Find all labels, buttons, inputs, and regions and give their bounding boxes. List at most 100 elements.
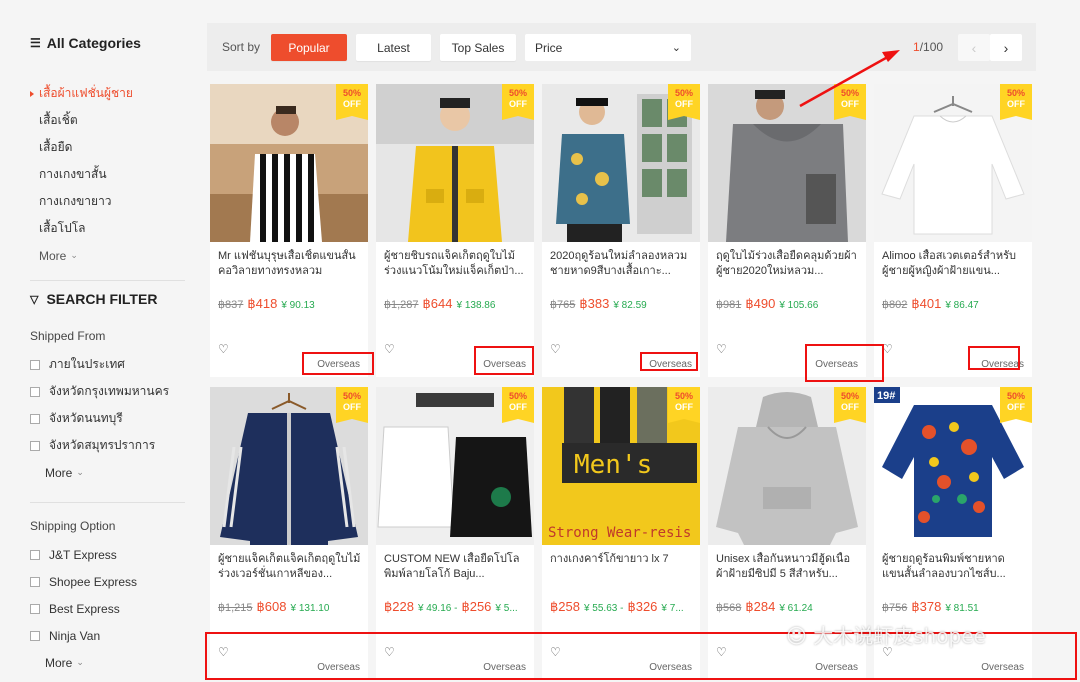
discount-badge: 50% OFF <box>668 387 700 423</box>
chevron-down-icon: ⌄ <box>671 42 681 54</box>
shipping-option[interactable]: Best Express <box>30 595 137 622</box>
cny-price: ¥ 55.63 - <box>583 603 624 614</box>
shipped-from-option[interactable]: ภายในประเทศ <box>30 351 169 378</box>
next-page-button[interactable]: › <box>990 34 1022 61</box>
heart-icon[interactable]: ♡ <box>716 342 727 356</box>
checkbox[interactable] <box>30 630 40 641</box>
checkbox[interactable] <box>30 386 40 397</box>
category-item-shorts[interactable]: กางเกงขาสั้น <box>30 161 133 188</box>
all-categories-label: All Categories <box>46 35 141 51</box>
option-label: Shopee Express <box>49 574 138 589</box>
price-row: ฿837 ฿418 ¥ 90.13 <box>218 296 315 312</box>
cny-price-max: ¥ 5... <box>495 603 518 614</box>
product-card[interactable]: 50% OFF ผู้ชายชิบรถแจ็คเก็ตฤดูใบไม้ร่วงแน… <box>376 84 534 377</box>
product-name[interactable]: Alimoo เสื้อสเวตเตอร์สำหรับผู้ชายผู้หญิง… <box>882 249 1025 281</box>
product-card[interactable]: 50% OFF Mr แฟชั่นบุรุษเสื้อเชิ้ตแขนสั้นคอ… <box>210 84 368 377</box>
discount-badge: 50% OFF <box>668 84 700 120</box>
discount-badge: 50% OFF <box>336 84 368 120</box>
checkbox[interactable] <box>30 576 40 587</box>
all-categories-header[interactable]: ☰ All Categories <box>30 35 141 51</box>
discount-off: OFF <box>343 99 361 109</box>
product-name[interactable]: Unisex เสื้อกันหนาวมีฮู้ดเนื้อผ้าฝ้ายมีซ… <box>716 552 859 584</box>
cny-price-max: ¥ 7... <box>661 603 684 614</box>
original-price: ฿568 <box>716 602 742 614</box>
sale-price: ฿258 <box>550 599 580 614</box>
shipped-from-option[interactable]: จังหวัดนนทบุรี <box>30 405 169 432</box>
discount-badge: 50% OFF <box>834 84 866 120</box>
price-row: ฿756 ฿378 ¥ 81.51 <box>882 599 979 615</box>
discount-percent: 50% <box>674 88 693 98</box>
sort-by-label: Sort by <box>222 40 261 54</box>
original-price: ฿1,215 <box>218 602 253 614</box>
category-more-label: More <box>39 248 67 263</box>
price-sort-select[interactable]: Price ⌄ <box>525 34 691 61</box>
category-item-trousers[interactable]: กางเกงขายาว <box>30 188 133 215</box>
shipping-option[interactable]: J&T Express <box>30 541 137 568</box>
product-name[interactable]: CUSTOM NEW เสื้อยืดโปโลพิมพ์ลายโลโก้ Baj… <box>384 552 527 584</box>
cny-price: ¥ 138.86 <box>456 300 496 311</box>
price-row: ฿765 ฿383 ¥ 82.59 <box>550 296 647 312</box>
checkbox[interactable] <box>30 413 40 424</box>
discount-off: OFF <box>1007 99 1025 109</box>
sale-price: ฿644 <box>422 296 453 311</box>
category-item-shirts[interactable]: เสื้อเชิ้ต <box>30 107 133 134</box>
original-price: ฿1,287 <box>384 299 419 311</box>
shipping-option[interactable]: Ninja Van <box>30 622 137 649</box>
search-filter-header: ▽ SEARCH FILTER <box>30 291 157 307</box>
discount-badge: 50% OFF <box>502 84 534 120</box>
checkbox[interactable] <box>30 603 40 614</box>
cny-price: ¥ 61.24 <box>779 603 813 614</box>
shipped-from-option[interactable]: จังหวัดกรุงเทพมหานคร <box>30 378 169 405</box>
cny-price: ¥ 86.47 <box>945 300 979 311</box>
page-indicator: 1/100 <box>913 40 943 54</box>
category-item-mens-fashion[interactable]: เสื้อผ้าแฟชั่นผู้ชาย <box>30 80 133 107</box>
heart-icon[interactable]: ♡ <box>550 342 561 356</box>
sort-popular-button[interactable]: Popular <box>271 34 347 61</box>
sale-price: ฿401 <box>911 296 942 311</box>
product-card[interactable]: 50% OFF Alimoo เสื้อสเวตเตอร์สำหรับผู้ชาย… <box>874 84 1032 377</box>
shipped-from-option[interactable]: จังหวัดสมุทรปราการ <box>30 432 169 459</box>
sort-top-sales-button[interactable]: Top Sales <box>440 34 516 61</box>
product-name[interactable]: ผู้ชายฤดูร้อนพิมพ์ชายหาดแขนสั้นลำลองบวกไ… <box>882 552 1025 584</box>
discount-off: OFF <box>1007 402 1025 412</box>
divider <box>30 502 185 503</box>
checkbox[interactable] <box>30 440 40 451</box>
shipping-option[interactable]: Shopee Express <box>30 568 137 595</box>
shipping-option-more-button[interactable]: More ⌄ <box>30 649 137 676</box>
current-page: 1 <box>913 40 920 54</box>
category-item-tshirts[interactable]: เสื้อยืด <box>30 134 133 161</box>
product-name[interactable]: ผู้ชายแจ็คเก็ตแจ็คเก็ตฤดูใบไม้ร่วงเวอร์ช… <box>218 552 361 584</box>
sort-latest-button[interactable]: Latest <box>356 34 431 61</box>
discount-off: OFF <box>841 402 859 412</box>
cny-price: ¥ 105.66 <box>779 300 819 311</box>
chevron-left-icon: ‹ <box>971 39 977 56</box>
product-card[interactable]: 50% OFF 2020ฤดูร้อนใหม่ลำลองหลวมชายหาด9สี… <box>542 84 700 377</box>
product-name[interactable]: กางเกงคาร์โก้ขายาว lx 7 <box>550 552 693 584</box>
discount-percent: 50% <box>1006 88 1025 98</box>
discount-percent: 50% <box>674 391 693 401</box>
original-price: ฿802 <box>882 299 908 311</box>
prev-page-button[interactable]: ‹ <box>958 34 990 61</box>
product-name[interactable]: ฤดูใบไม้ร่วงเสื้อยืดคลุมด้วยผ้าผู้ชาย202… <box>716 249 859 281</box>
chevron-down-icon: ⌄ <box>76 467 84 477</box>
category-more-button[interactable]: More ⌄ <box>30 242 133 269</box>
original-price: ฿765 <box>550 299 576 311</box>
shipped-from-more-button[interactable]: More ⌄ <box>30 459 169 486</box>
checkbox[interactable] <box>30 549 40 560</box>
original-price: ฿756 <box>882 602 908 614</box>
discount-badge: 50% OFF <box>1000 387 1032 423</box>
checkbox[interactable] <box>30 359 40 370</box>
product-name[interactable]: Mr แฟชั่นบุรุษเสื้อเชิ้ตแขนสั้นคอวิลายทา… <box>218 249 361 281</box>
original-price: ฿837 <box>218 299 244 311</box>
option-label: J&T Express <box>49 547 117 562</box>
heart-icon[interactable]: ♡ <box>218 342 229 356</box>
product-name[interactable]: ผู้ชายชิบรถแจ็คเก็ตฤดูใบไม้ร่วงแนวโน้มให… <box>384 249 527 281</box>
product-card[interactable]: 50% OFF ฤดูใบไม้ร่วงเสื้อยืดคลุมด้วยผ้าผู… <box>708 84 866 377</box>
heart-icon[interactable]: ♡ <box>384 342 395 356</box>
price-row: ฿1,287 ฿644 ¥ 138.86 <box>384 296 495 312</box>
sale-price-max: ฿326 <box>627 599 658 614</box>
category-item-polo[interactable]: เสื้อโปโล <box>30 215 133 242</box>
product-name[interactable]: 2020ฤดูร้อนใหม่ลำลองหลวมชายหาด9สีบางเสื้… <box>550 249 693 281</box>
option-label: จังหวัดสมุทรปราการ <box>49 438 156 452</box>
original-price: ฿981 <box>716 299 742 311</box>
